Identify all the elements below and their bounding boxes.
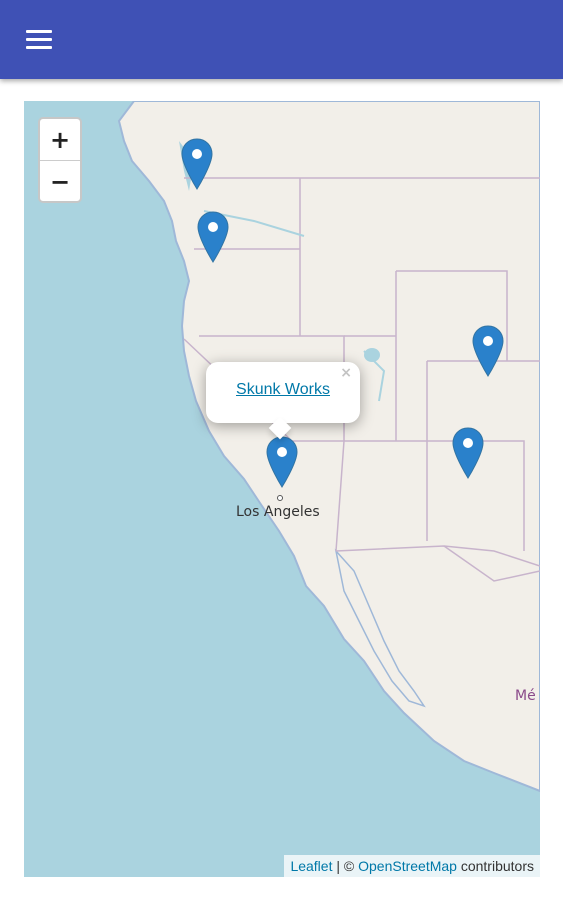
map-marker-icon[interactable] bbox=[180, 137, 214, 191]
zoom-in-button[interactable]: + bbox=[40, 119, 80, 161]
country-label-mexico: Mé bbox=[515, 688, 536, 704]
attribution-separator: | © bbox=[332, 858, 359, 874]
openstreetmap-link[interactable]: OpenStreetMap bbox=[358, 858, 457, 874]
leaflet-link[interactable]: Leaflet bbox=[290, 858, 332, 874]
map-marker-icon[interactable] bbox=[471, 324, 505, 378]
popup-link-skunk-works[interactable]: Skunk Works bbox=[206, 381, 360, 399]
map-marker-icon[interactable] bbox=[196, 210, 230, 264]
map-tiles bbox=[117, 101, 540, 793]
zoom-control: + − bbox=[38, 117, 82, 203]
map-popup: × Skunk Works bbox=[206, 362, 360, 440]
map-marker-icon[interactable] bbox=[451, 426, 485, 480]
map-marker-icon[interactable] bbox=[265, 435, 299, 489]
app-bar bbox=[0, 0, 563, 79]
attribution-contributors: contributors bbox=[456, 858, 534, 874]
hamburger-menu-icon[interactable] bbox=[22, 26, 56, 54]
city-label-los-angeles: Los Angeles bbox=[236, 504, 320, 520]
zoom-out-button[interactable]: − bbox=[40, 161, 80, 203]
map[interactable]: + − Los Angeles Mé × Skunk Works Leaflet… bbox=[24, 101, 540, 877]
map-attribution: Leaflet | © OpenStreetMap contributors bbox=[284, 855, 540, 877]
popup-close-icon[interactable]: × bbox=[340, 365, 352, 381]
